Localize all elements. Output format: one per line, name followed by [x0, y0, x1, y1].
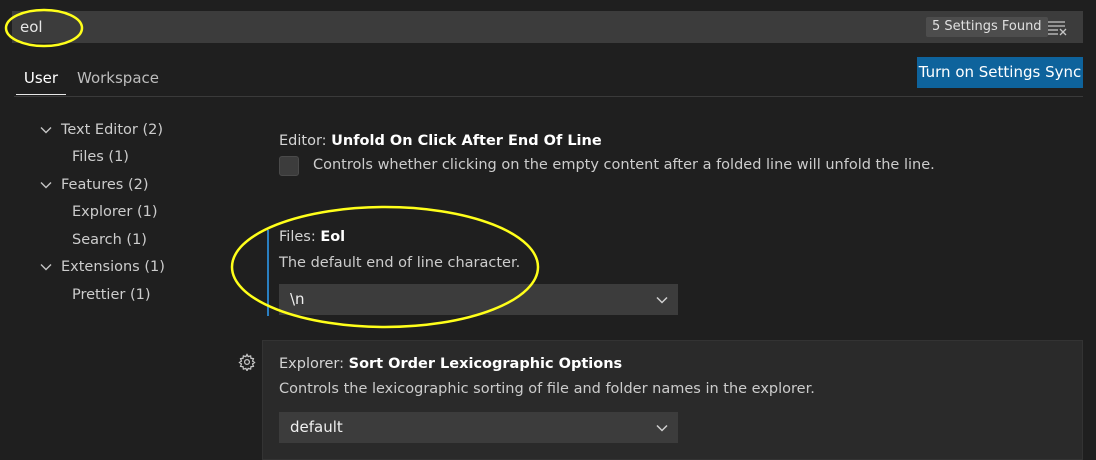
- annotation-overlay: [4, 8, 540, 329]
- annotation-ellipse-eol: [230, 205, 540, 329]
- annotation-ellipse-search: [4, 8, 84, 48]
